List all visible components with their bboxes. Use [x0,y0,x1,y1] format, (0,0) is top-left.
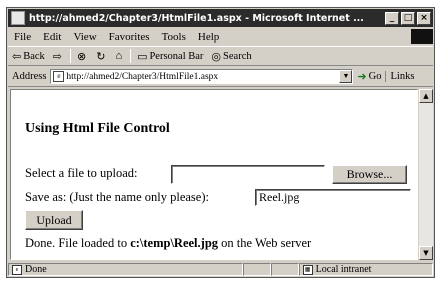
page-icon: e [53,71,65,82]
go-button[interactable]: ➜ Go [353,70,385,83]
back-button[interactable]: ⇦ Back [8,50,49,63]
title-bar[interactable]: http://ahmed2/Chapter3/HtmlFile1.aspx - … [8,9,433,27]
page-done-icon: e [12,264,22,275]
scroll-up-icon[interactable]: ▲ [419,89,433,103]
menu-tools[interactable]: Tools [156,31,192,43]
menu-file[interactable]: File [8,31,37,43]
address-dropdown-icon[interactable]: ▼ [339,70,353,83]
personal-bar-label: Personal Bar [149,50,204,62]
toolbar: ⇦ Back ⇨ ⊗ ↻ ⌂ ▭ Personal Bar ◎ Search [8,46,433,66]
address-url: http://ahmed2/Chapter3/HtmlFile1.aspx [66,71,219,82]
back-label: Back [23,50,45,62]
windows-logo-icon [411,29,433,44]
menu-favorites[interactable]: Favorites [103,31,156,43]
back-arrow-icon: ⇦ [12,50,22,63]
menu-bar: File Edit View Favorites Tools Help [8,28,433,45]
search-icon: ◎ [211,50,222,63]
stop-button[interactable]: ⊗ [73,50,92,63]
toolbar-separator [130,49,132,63]
address-bar: Address e http://ahmed2/Chapter3/HtmlFil… [8,67,433,87]
save-as-label: Save as: (Just the name only please): [25,190,209,204]
window-title: http://ahmed2/Chapter3/HtmlFile1.aspx - … [29,12,364,24]
minimize-button[interactable]: _ [385,11,399,25]
links-button[interactable]: Links [385,71,414,82]
status-text: e Done [8,263,243,276]
save-as-input[interactable]: Reel.jpg [255,189,411,206]
file-path-input[interactable] [171,165,325,184]
refresh-button[interactable]: ↻ [92,50,111,63]
home-button[interactable]: ⌂ [111,50,128,62]
page-heading: Using Html File Control [25,121,170,136]
menu-help[interactable]: Help [192,31,225,43]
status-bar: e Done ▦ Local intranet [8,262,433,277]
done-prefix: Done. File loaded to [25,236,131,250]
close-button[interactable]: × [417,11,431,25]
status-done-label: Done [25,264,47,275]
home-icon: ⌂ [115,50,123,62]
status-pane [270,263,299,276]
refresh-icon: ↻ [96,50,106,63]
address-input[interactable]: e http://ahmed2/Chapter3/HtmlFile1.aspx … [50,69,354,84]
go-arrow-icon: ➜ [357,71,367,83]
stop-icon: ⊗ [77,50,87,63]
forward-button[interactable]: ⇨ [49,50,68,63]
search-button[interactable]: ◎ Search [207,50,255,63]
menu-edit[interactable]: Edit [37,31,67,43]
done-message: Done. File loaded to c:\temp\Reel.jpg on… [25,236,311,251]
status-zone-label: Local intranet [315,264,372,275]
done-suffix: on the Web server [218,236,312,250]
upload-button[interactable]: Upload [25,210,83,230]
select-file-label: Select a file to upload: [25,166,138,180]
scroll-down-icon[interactable]: ▼ [419,246,433,260]
address-label: Address [12,71,47,82]
done-path: c:\temp\Reel.jpg [130,236,219,250]
maximize-button[interactable]: □ [401,11,415,25]
intranet-icon: ▦ [302,264,313,275]
vertical-scrollbar[interactable]: ▲ ▼ [419,89,433,260]
status-pane [242,263,271,276]
browser-window: http://ahmed2/Chapter3/HtmlFile1.aspx - … [6,7,435,278]
toolbar-separator [70,49,72,63]
search-label: Search [223,50,252,62]
personal-bar-button[interactable]: ▭ Personal Bar [133,50,207,63]
status-zone: ▦ Local intranet [298,263,433,276]
forward-arrow-icon: ⇨ [52,50,63,63]
personal-bar-icon: ▭ [137,50,148,63]
page-viewport: Using Html File Control Select a file to… [10,89,418,260]
menu-view[interactable]: View [67,31,102,43]
browse-button[interactable]: Browse... [332,165,407,184]
go-label: Go [368,71,382,82]
ie-icon [11,11,25,25]
